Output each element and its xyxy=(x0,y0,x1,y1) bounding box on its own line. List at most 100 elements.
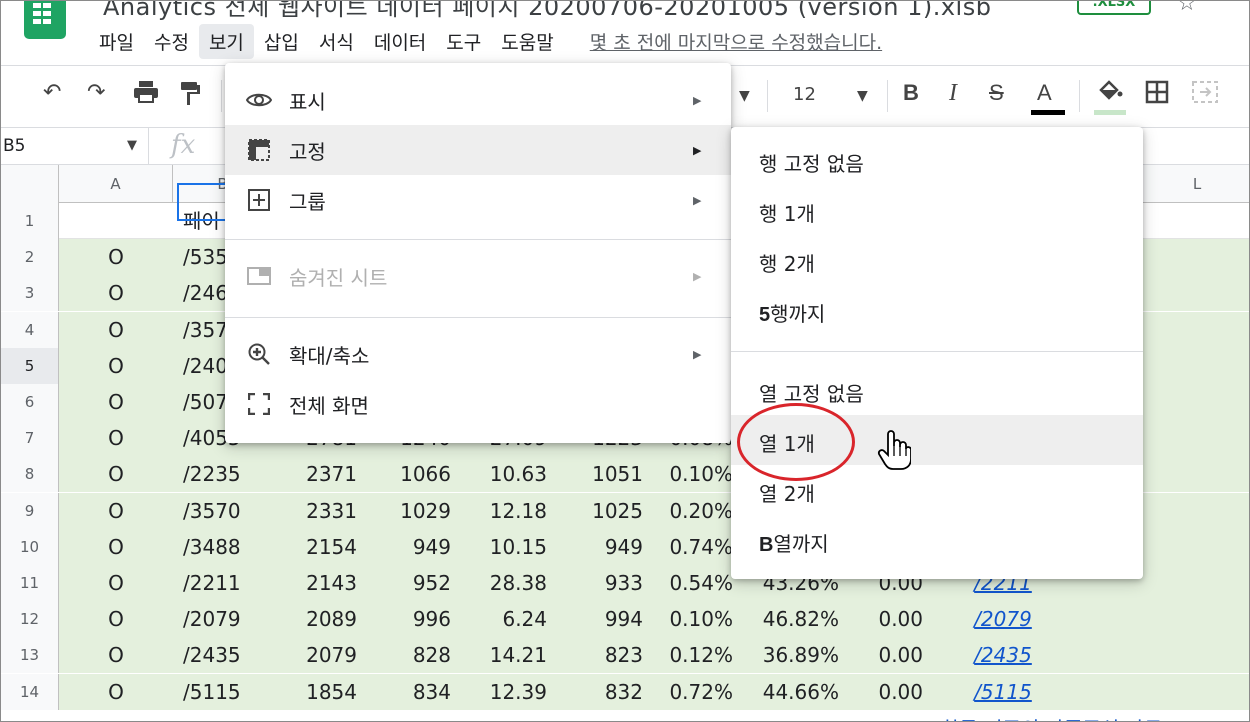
strikethrough-button[interactable]: S xyxy=(989,80,1004,106)
table-cell[interactable]: 828 xyxy=(369,637,463,674)
table-cell[interactable]: 0.00 xyxy=(851,673,935,710)
table-cell[interactable]: O xyxy=(59,311,173,348)
table-cell[interactable]: O xyxy=(59,528,173,565)
table-cell[interactable]: 12.18 xyxy=(463,492,559,529)
table-cell[interactable]: 832 xyxy=(559,673,655,710)
table-cell[interactable]: 0.72% xyxy=(655,673,745,710)
table-cell[interactable]: 12.39 xyxy=(463,673,559,710)
undo-icon[interactable]: ↶ xyxy=(43,80,61,105)
table-cell[interactable]: 10.63 xyxy=(463,456,559,493)
row-header[interactable]: 10 xyxy=(1,528,59,565)
font-dropdown-caret-icon[interactable]: ▼ xyxy=(739,88,750,104)
table-cell[interactable]: /2079 xyxy=(173,601,285,638)
table-cell[interactable]: 949 xyxy=(559,528,655,565)
menu-tools[interactable]: 도구 xyxy=(436,24,491,59)
row-header[interactable]: 4 xyxy=(1,311,59,348)
table-cell[interactable]: /5115 xyxy=(173,673,285,710)
table-cell[interactable]: 1051 xyxy=(559,456,655,493)
row-header[interactable]: 6 xyxy=(1,384,59,420)
table-cell[interactable]: 823 xyxy=(559,637,655,674)
font-size-caret-icon[interactable]: ▼ xyxy=(857,88,868,104)
freeze-rows-none[interactable]: 행 고정 없음 xyxy=(731,135,1143,185)
table-cell[interactable]: 2371 xyxy=(285,456,369,493)
url-link-cell[interactable]: /2079 xyxy=(935,601,1071,638)
merge-cells-icon[interactable] xyxy=(1191,80,1221,110)
table-cell[interactable]: O xyxy=(59,456,173,493)
table-cell[interactable]: 933 xyxy=(559,565,655,601)
table-cell[interactable]: 46.82% xyxy=(745,601,851,638)
table-cell[interactable]: O xyxy=(59,565,173,601)
table-cell[interactable] xyxy=(1071,637,1249,674)
table-cell[interactable]: 949 xyxy=(369,528,463,565)
table-cell[interactable]: 1029 xyxy=(369,492,463,529)
table-cell[interactable]: 10.15 xyxy=(463,528,559,565)
view-menu-zoom[interactable]: 확대/축소 ▶ xyxy=(225,329,731,379)
table-cell[interactable]: O xyxy=(59,637,173,674)
url-link-cell[interactable]: /2435 xyxy=(935,637,1071,674)
table-cell[interactable]: 6.24 xyxy=(463,601,559,638)
sheets-logo-icon[interactable] xyxy=(24,1,66,39)
table-cell[interactable]: 0.00 xyxy=(851,601,935,638)
table-cell[interactable]: /2211 xyxy=(173,565,285,601)
table-cell[interactable]: 0.10% xyxy=(655,601,745,638)
text-color-button[interactable]: A xyxy=(1037,80,1052,106)
row-header[interactable]: 13 xyxy=(1,637,59,674)
view-menu-freeze[interactable]: 고정 ▶ xyxy=(225,125,731,175)
table-cell[interactable]: 2143 xyxy=(285,565,369,601)
table-cell[interactable]: 0.12% xyxy=(655,637,745,674)
column-header-a[interactable]: A xyxy=(59,165,173,203)
table-cell[interactable]: O xyxy=(59,420,173,457)
table-cell[interactable]: /2235 xyxy=(173,456,285,493)
table-cell[interactable]: 28.38 xyxy=(463,565,559,601)
bold-button[interactable]: B xyxy=(903,80,919,106)
table-cell[interactable]: 1025 xyxy=(559,492,655,529)
table-cell[interactable]: 996 xyxy=(369,601,463,638)
table-cell[interactable]: O xyxy=(59,384,173,420)
table-cell[interactable]: /3488 xyxy=(173,528,285,565)
print-icon[interactable] xyxy=(133,80,159,110)
table-cell[interactable]: 36.89% xyxy=(745,637,851,674)
table-cell[interactable]: 1854 xyxy=(285,673,369,710)
table-cell[interactable]: 2079 xyxy=(285,637,369,674)
table-cell[interactable]: /2435 xyxy=(173,637,285,674)
table-cell[interactable]: 994 xyxy=(559,601,655,638)
row-header[interactable]: 11 xyxy=(1,565,59,601)
row-header[interactable]: 9 xyxy=(1,492,59,529)
url-link-cell[interactable]: /5115 xyxy=(935,673,1071,710)
table-cell[interactable]: 2331 xyxy=(285,492,369,529)
row-header[interactable]: 2 xyxy=(1,239,59,276)
freeze-rows-2[interactable]: 행 2개 xyxy=(731,235,1143,285)
select-all-corner[interactable] xyxy=(1,165,59,203)
table-cell[interactable]: O xyxy=(59,673,173,710)
paint-format-icon[interactable] xyxy=(179,80,201,112)
borders-icon[interactable] xyxy=(1145,80,1169,110)
menu-insert[interactable]: 삽입 xyxy=(254,24,309,59)
table-cell[interactable]: 14.21 xyxy=(463,637,559,674)
table-cell[interactable]: O xyxy=(59,601,173,638)
row-header[interactable]: 1 xyxy=(1,203,59,239)
last-edit-link[interactable]: 몇 초 전에 마지막으로 수정했습니다. xyxy=(590,28,882,55)
row-header[interactable]: 14 xyxy=(1,673,59,710)
table-cell[interactable] xyxy=(1071,601,1249,638)
menu-edit[interactable]: 수정 xyxy=(144,24,199,59)
menu-view[interactable]: 보기 xyxy=(198,23,254,59)
view-menu-group[interactable]: 그룹 ▶ xyxy=(225,175,731,225)
column-header-l[interactable]: L xyxy=(1143,165,1249,203)
table-cell[interactable]: O xyxy=(59,347,173,384)
row-header[interactable]: 12 xyxy=(1,601,59,638)
table-cell[interactable] xyxy=(59,203,173,239)
row-header[interactable]: 7 xyxy=(1,420,59,457)
freeze-rows-1[interactable]: 행 1개 xyxy=(731,185,1143,235)
row-header[interactable]: 5 xyxy=(1,347,59,384)
name-box-caret-icon[interactable]: ▼ xyxy=(127,138,137,153)
row-header[interactable]: 8 xyxy=(1,456,59,493)
menu-file[interactable]: 파일 xyxy=(89,24,144,59)
table-cell[interactable]: O xyxy=(59,239,173,276)
freeze-up-to-col-b[interactable]: B열까지 xyxy=(731,515,1143,565)
document-title[interactable]: Analytics 전체 웹사이트 데이터 페이지 20200706-20201… xyxy=(103,1,991,22)
row-header[interactable]: 3 xyxy=(1,275,59,312)
font-size-field[interactable]: 12 xyxy=(793,84,816,105)
menu-data[interactable]: 데이터 xyxy=(364,24,436,59)
table-cell[interactable]: /3570 xyxy=(173,492,285,529)
table-cell[interactable]: O xyxy=(59,275,173,312)
